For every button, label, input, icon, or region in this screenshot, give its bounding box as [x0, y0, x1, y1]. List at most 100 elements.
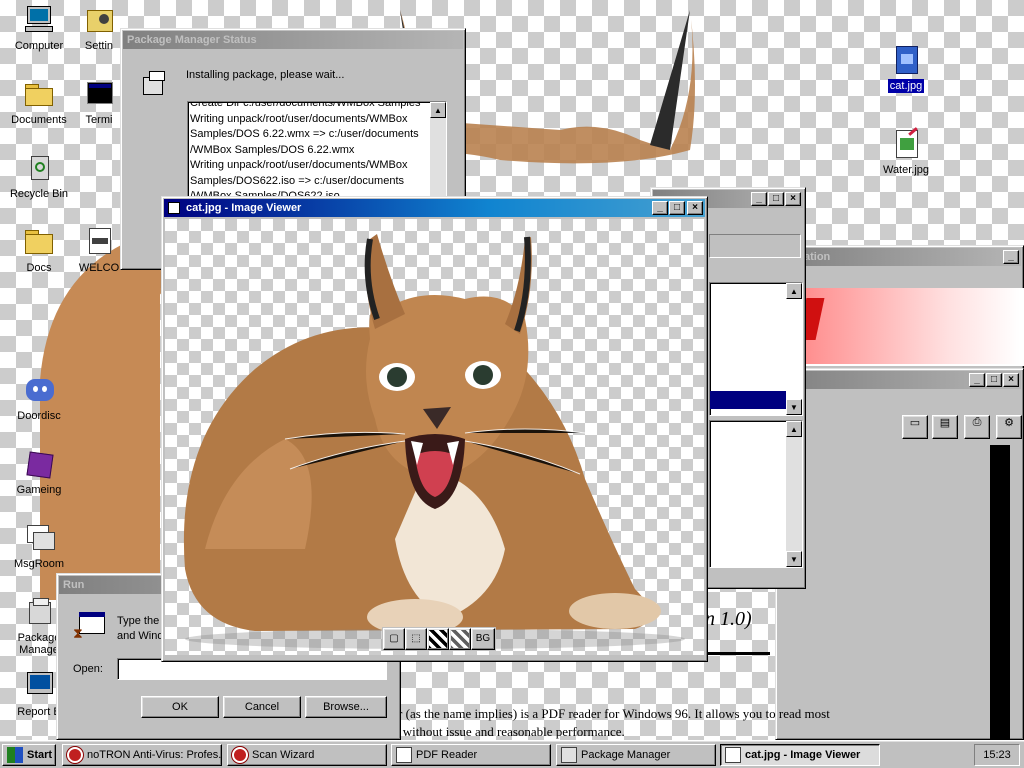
taskbar-item-antivirus[interactable]: noTRON Anti-Virus: Profes... — [62, 744, 222, 766]
print-icon[interactable]: ⎙ — [964, 415, 990, 439]
caracal-image — [183, 234, 685, 649]
checker-bg-alt-icon[interactable] — [449, 628, 471, 650]
terminal-icon — [83, 78, 115, 110]
scroll-up-icon[interactable]: ▲ — [430, 102, 446, 118]
desktop-icon-label: Water.jpg — [882, 164, 930, 176]
log-line: Samples/DOS 6.22.wmx => c:/user/document… — [190, 128, 419, 140]
maximize-icon[interactable]: □ — [768, 192, 784, 206]
taskbar: Start noTRON Anti-Virus: Profes... Scan … — [0, 740, 1024, 768]
pdf-banner: on — [780, 288, 1024, 366]
log-line: Samples/DOS622.iso => c:/user/documents — [190, 174, 404, 187]
desktop-icon-label: WELCO — [78, 262, 120, 274]
maximize-icon[interactable]: □ — [986, 373, 1002, 387]
open-folder-icon[interactable]: ▤ — [932, 415, 958, 439]
pdf-doc-titlebar[interactable]: _ □ × — [778, 371, 1021, 389]
pdf-reader-titlebar[interactable]: ation _ — [778, 248, 1021, 266]
minimize-icon[interactable]: _ — [751, 192, 767, 206]
input-area[interactable] — [709, 234, 801, 258]
image-file-icon — [890, 127, 922, 160]
desktop-icon-label: Gameing — [16, 484, 62, 496]
list-box[interactable]: ▲ ▼ — [709, 282, 803, 416]
discord-icon — [23, 374, 55, 406]
recycle-bin-icon — [23, 152, 55, 184]
desktop-icon-label: Computer — [14, 40, 64, 52]
bg-button[interactable]: BG — [471, 628, 495, 650]
minimize-icon[interactable]: _ — [652, 201, 668, 215]
desktop-icon-label: Settin — [84, 40, 114, 52]
desktop-icon-documents[interactable]: Documents — [1, 78, 77, 127]
image-canvas[interactable] — [165, 219, 704, 655]
scroll-up-icon[interactable]: ▲ — [786, 283, 802, 299]
taskbar-item-package-manager[interactable]: Package Manager — [556, 744, 716, 766]
actual-size-icon[interactable]: ⬚ — [405, 628, 427, 650]
image-viewer-titlebar[interactable]: cat.jpg - Image Viewer _ □ × — [164, 199, 705, 217]
log-line: Create Dir c:/user/documents/WMBox Sampl… — [190, 101, 421, 109]
taskbar-item-label: PDF Reader — [416, 749, 478, 761]
folder-icon — [23, 226, 55, 258]
desktop-icon-gameing[interactable]: Gameing — [1, 448, 77, 497]
markdown-file-icon — [83, 226, 115, 258]
package-icon — [561, 747, 577, 763]
desktop-icon-terminal[interactable]: Termi — [74, 78, 124, 127]
desktop-icon-computer[interactable]: Computer — [1, 4, 77, 53]
close-icon[interactable]: × — [785, 192, 801, 206]
log-lines: Create Dir c:/user/documents/WMBox Sampl… — [188, 101, 446, 205]
taskbar-item-pdf-reader[interactable]: PDF Reader — [391, 744, 551, 766]
list-selection[interactable] — [710, 391, 786, 409]
pdf-body-line: ader (as the name implies) is a PDF read… — [380, 706, 830, 721]
desktop-icon-label: MsgRoom — [13, 558, 65, 570]
cancel-button[interactable]: Cancel — [223, 696, 301, 718]
desktop-icon-label: cat.jpg — [887, 79, 925, 93]
desktop-icon-label: Documents — [11, 114, 67, 126]
fit-icon[interactable]: ▢ — [383, 628, 405, 650]
text-area[interactable]: ▲ ▼ — [709, 420, 803, 568]
package-icon — [141, 69, 167, 97]
desktop-icon-settings[interactable]: Settin — [74, 4, 124, 53]
install-message: Installing package, please wait... — [186, 69, 345, 81]
taskbar-item-label: noTRON Anti-Virus: Profes... — [87, 749, 222, 761]
image-viewer-window[interactable]: cat.jpg - Image Viewer _ □ × ▢ ⬚ BG — [161, 196, 708, 662]
desktop-icon-recycle-bin[interactable]: Recycle Bin — [1, 152, 77, 201]
settings-icon[interactable]: ⚙ — [996, 415, 1022, 439]
desktop-icon-welcome[interactable]: WELCO — [74, 226, 124, 275]
package-icon — [23, 596, 55, 628]
comment-icon[interactable]: ▭ — [902, 415, 928, 439]
start-button[interactable]: Start — [2, 744, 56, 766]
desktop-icon-msgroom[interactable]: MsgRoom — [1, 522, 77, 571]
antivirus-icon — [67, 747, 83, 763]
taskbar-item-label: Package Manager — [581, 749, 671, 761]
report-icon — [23, 670, 55, 702]
computer-icon — [23, 4, 55, 36]
checker-bg-icon[interactable] — [427, 628, 449, 650]
antivirus-icon — [232, 747, 248, 763]
viewer-toolbar: ▢ ⬚ BG — [382, 627, 496, 651]
scroll-down-icon[interactable]: ▼ — [786, 399, 802, 415]
desktop-icon-cat-jpg[interactable]: cat.jpg — [868, 44, 944, 93]
pdf-icon — [396, 747, 412, 763]
window-title: Package Manager Status — [127, 34, 257, 46]
package-manager-titlebar[interactable]: Package Manager Status — [123, 31, 463, 49]
desktop-icon-docs[interactable]: Docs — [1, 226, 77, 275]
ok-button[interactable]: OK — [141, 696, 219, 718]
taskbar-item-image-viewer[interactable]: cat.jpg - Image Viewer — [720, 744, 880, 766]
window-title: cat.jpg - Image Viewer — [186, 202, 302, 214]
desktop-icon-label: Recycle Bin — [9, 188, 69, 200]
log-line: Writing unpack/root/user/documents/WMBox — [190, 159, 408, 171]
minimize-icon[interactable]: _ — [1003, 250, 1019, 264]
desktop-icon-doordisc[interactable]: Doordisc — [1, 374, 77, 423]
start-label: Start — [27, 749, 53, 761]
desktop-icon-water-jpg[interactable]: Water.jpg — [868, 127, 944, 177]
taskbar-item-label: cat.jpg - Image Viewer — [745, 749, 861, 761]
maximize-icon[interactable]: □ — [669, 201, 685, 215]
close-icon[interactable]: × — [1003, 373, 1019, 387]
taskbar-item-scan-wizard[interactable]: Scan Wizard — [227, 744, 387, 766]
close-icon[interactable]: × — [687, 201, 703, 215]
minimize-icon[interactable]: _ — [969, 373, 985, 387]
browse-button[interactable]: Browse... — [305, 696, 387, 718]
pdf-heading: n 1.0) — [705, 608, 752, 630]
image-file-icon — [890, 44, 922, 76]
scroll-down-icon[interactable]: ▼ — [786, 551, 802, 567]
log-line: Writing unpack/root/user/documents/WMBox — [190, 112, 408, 125]
windows-logo-icon — [7, 747, 23, 763]
scroll-up-icon[interactable]: ▲ — [786, 421, 802, 437]
